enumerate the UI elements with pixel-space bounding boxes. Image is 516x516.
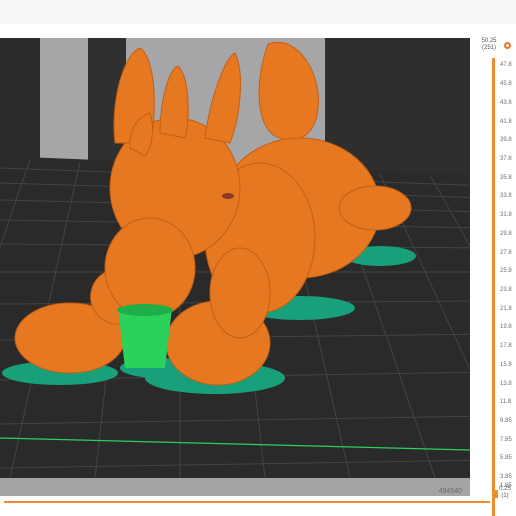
layer-tick: 29.8 [500,231,512,237]
3d-viewport[interactable] [0,38,490,496]
layer-tick: 31.8 [500,212,512,218]
layer-tick: 25.8 [500,268,512,274]
model-eye [222,193,234,199]
layer-tick: 9.85 [500,418,512,424]
layer-slider-bottom-readout: 0.25 (1) [494,486,516,500]
layer-tick: 11.8 [500,399,512,405]
layer-tick: 21.8 [500,306,512,312]
layer-bottom-value: 0.25 [499,486,511,492]
horizontal-slider-readout: 494540 [438,488,462,495]
layer-tick: 41.8 [500,119,512,125]
layer-tick: 37.8 [500,156,512,162]
toolbar-gap [0,24,516,38]
layer-slider-track[interactable] [492,58,495,516]
layer-tick: 35.8 [500,175,512,181]
layer-bottom-index: (1) [501,493,509,499]
layer-tick: 23.8 [500,287,512,293]
layer-tick: 19.8 [500,324,512,330]
layer-tick: 3.85 [500,474,512,480]
layer-tick: 33.8 [500,193,512,199]
layer-tick: 27.8 [500,250,512,256]
layer-tick: 47.8 [500,62,512,68]
layer-tick: 13.8 [500,381,512,387]
layer-tick: 39.8 [500,137,512,143]
layer-slider-top-handle[interactable] [504,42,511,49]
layer-tick: 5.85 [500,455,512,461]
app-toolbar [0,0,516,25]
layer-top-index: (251) [481,45,496,51]
layer-tick: 45.8 [500,81,512,87]
layer-tick: 43.8 [500,100,512,106]
layer-slider-top-readout: 50.25 (251) [474,38,504,52]
layer-top-value: 50.25 [481,38,497,44]
support-structure [117,304,173,368]
scene-canvas [0,38,490,479]
layer-slider[interactable]: 50.25 (251) 47.8 45.8 43.8 41.8 39.8 37.… [470,38,516,516]
horizontal-move-slider[interactable]: 494540 [0,488,490,516]
layer-tick: 7.85 [500,437,512,443]
layer-tick: 15.8 [500,362,512,368]
horizontal-slider-track[interactable] [4,501,490,503]
layer-tick: 17.8 [500,343,512,349]
